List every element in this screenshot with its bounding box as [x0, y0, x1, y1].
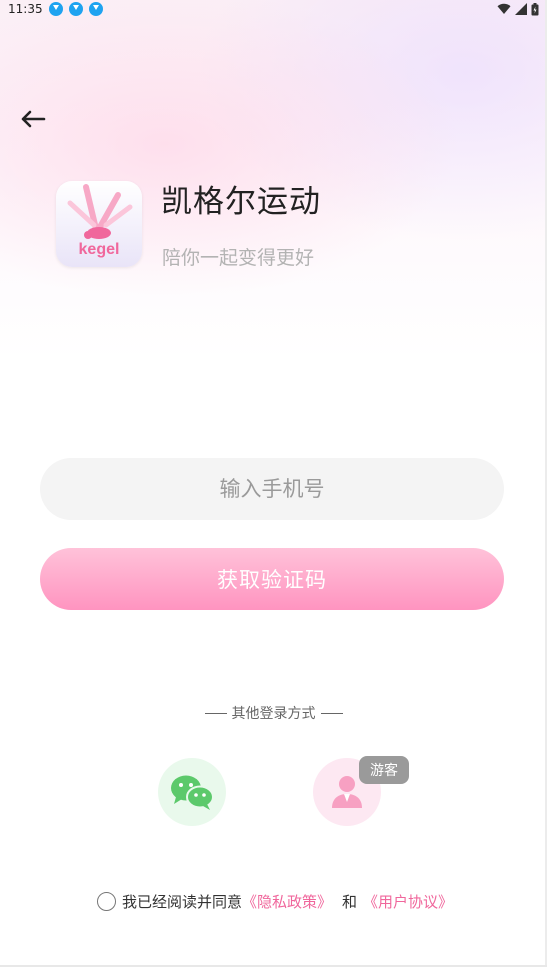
- download-icon: [68, 2, 83, 16]
- other-login-divider: 其他登录方式: [0, 703, 547, 723]
- wifi-icon: [497, 3, 511, 14]
- download-icon: [48, 2, 63, 16]
- wechat-icon: [171, 775, 214, 810]
- status-bar: 11:35: [0, 0, 547, 18]
- guest-badge: 游客: [359, 756, 409, 784]
- app-title: 凯格尔运动: [161, 184, 321, 220]
- agreement-row: 我已经阅读并同意 《隐私政策》 和 《用户协议》: [97, 891, 453, 912]
- download-icon: [88, 2, 103, 16]
- privacy-policy-link[interactable]: 《隐私政策》: [242, 891, 332, 912]
- status-right-icons: [497, 2, 539, 16]
- other-login-label: 其他登录方式: [231, 706, 316, 722]
- app-logo-text: kegel: [78, 241, 120, 258]
- user-agreement-link[interactable]: 《用户协议》: [363, 891, 453, 912]
- kegel-figure-icon: [67, 184, 133, 239]
- app-subtitle: 陪你一起变得更好: [162, 247, 315, 269]
- arrow-left-icon: [21, 110, 46, 128]
- agreement-prefix: 我已经阅读并同意: [122, 893, 243, 911]
- battery-icon: [531, 2, 539, 15]
- divider-line: [320, 712, 343, 714]
- status-time: 11:35: [8, 2, 43, 16]
- agreement-radio[interactable]: [97, 892, 116, 911]
- get-code-button[interactable]: 获取验证码: [40, 548, 504, 610]
- signal-icon: [515, 3, 527, 15]
- agreement-and: 和: [342, 893, 358, 911]
- back-button[interactable]: [16, 104, 50, 134]
- app-logo: kegel: [56, 181, 142, 267]
- wechat-login-button[interactable]: [158, 758, 226, 826]
- divider-line: [204, 712, 227, 714]
- phone-input[interactable]: [40, 458, 504, 520]
